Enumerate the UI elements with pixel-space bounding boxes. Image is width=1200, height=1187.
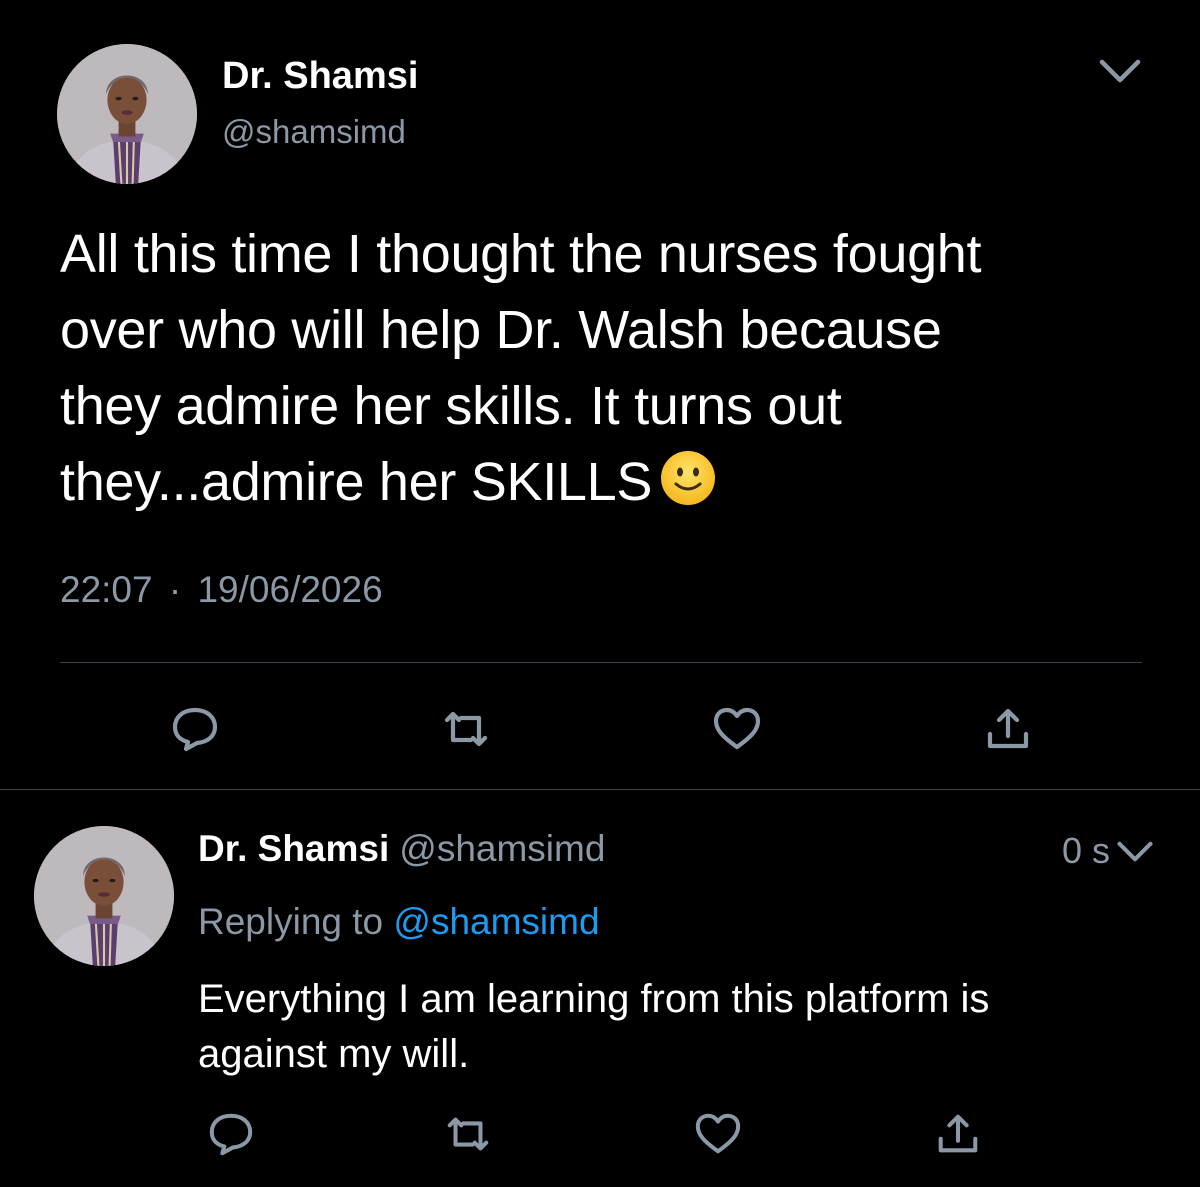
chevron-down-icon[interactable] — [1115, 838, 1155, 866]
reply-icon[interactable] — [207, 1110, 255, 1158]
tweet-time: 22:07 — [60, 569, 153, 610]
reply-text-line: Everything I am learning from this platf… — [198, 977, 990, 1021]
reply-timestamp: 0 s — [1061, 830, 1110, 871]
tweet-date: 19/06/2026 — [197, 569, 383, 610]
tweet-text-line: over who will help Dr. Walsh because — [60, 300, 942, 360]
tweet-divider — [0, 789, 1200, 790]
author-name[interactable]: Dr. Shamsi — [222, 52, 418, 100]
reply-avatar[interactable] — [34, 826, 174, 966]
reply-header: Dr. Shamsi @shamsimd — [198, 824, 605, 874]
retweet-icon[interactable] — [441, 704, 491, 754]
main-avatar[interactable] — [57, 44, 197, 184]
author-handle[interactable]: @shamsimd — [222, 110, 406, 154]
tweet-text-line: they admire her skills. It turns out — [60, 376, 842, 436]
tweet-timestamp[interactable]: 22:07 · 19/06/2026 — [60, 566, 383, 614]
avatar-portrait-image — [34, 826, 174, 966]
replying-prefix: Replying to — [198, 901, 384, 942]
replying-to: Replying to @shamsimd — [198, 897, 600, 947]
retweet-icon[interactable] — [444, 1110, 492, 1158]
share-icon[interactable] — [983, 704, 1033, 754]
tweet-text: All this time I thought the nurses fough… — [60, 216, 1160, 520]
share-icon[interactable] — [934, 1110, 982, 1158]
divider — [60, 662, 1142, 663]
reply-author-handle[interactable]: @shamsimd — [399, 828, 605, 869]
reply-text-line: against my will. — [198, 1032, 470, 1076]
tweet-text-line: All this time I thought the nurses fough… — [60, 224, 982, 284]
mention-link[interactable]: @shamsimd — [393, 901, 599, 942]
reply-icon[interactable] — [170, 704, 220, 754]
tweet-text-line: they...admire her SKILLS — [60, 444, 1160, 520]
avatar-portrait-image — [57, 44, 197, 184]
reply-author-name[interactable]: Dr. Shamsi — [198, 828, 389, 869]
tweet-text-line-content: they...admire her SKILLS — [60, 452, 653, 512]
meta-separator: · — [168, 569, 182, 610]
reply-text: Everything I am learning from this platf… — [198, 972, 1178, 1082]
like-icon[interactable] — [694, 1110, 742, 1158]
slightly-smiling-face-icon — [660, 450, 716, 506]
like-icon[interactable] — [712, 704, 762, 754]
chevron-down-icon[interactable] — [1098, 56, 1142, 86]
